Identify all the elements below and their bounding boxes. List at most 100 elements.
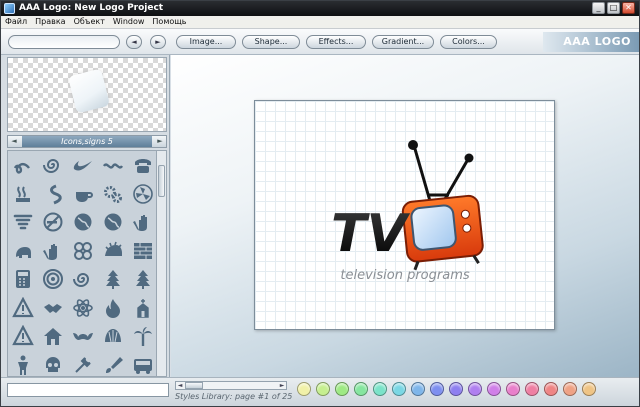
library-icon-cell[interactable] (68, 351, 98, 377)
color-swatch[interactable] (335, 382, 349, 396)
library-next-button[interactable]: ► (154, 136, 166, 147)
library-icon-cell[interactable] (68, 265, 98, 294)
colors-button[interactable]: Colors... (440, 35, 497, 49)
color-swatch[interactable] (449, 382, 463, 396)
scroll-left-button[interactable]: ◄ (176, 382, 184, 389)
library-header: ◄ Icons,signs 5 ► (7, 135, 167, 148)
library-icon-cell[interactable] (128, 151, 156, 180)
telephone-icon (135, 159, 151, 174)
window-title: AAA Logo: New Logo Project (19, 3, 164, 13)
library-icon-cell[interactable] (68, 208, 98, 237)
styles-page-info: Styles Library: page #1 of 25 (175, 392, 293, 401)
library-icon-cell[interactable] (98, 322, 128, 351)
library-icon-cell[interactable] (8, 265, 38, 294)
library-icon-cell[interactable] (8, 322, 38, 351)
library-icon-cell[interactable] (68, 237, 98, 266)
library-icon-cell[interactable] (128, 208, 156, 237)
hand-icon (43, 243, 57, 260)
text-input[interactable] (7, 383, 169, 397)
search-input[interactable] (8, 35, 120, 49)
library-icon-cell[interactable] (8, 208, 38, 237)
color-swatch[interactable] (373, 382, 387, 396)
library-icon-cell[interactable] (128, 294, 156, 323)
back-button[interactable]: ◄ (126, 35, 142, 49)
color-swatch[interactable] (297, 382, 311, 396)
gradient-button[interactable]: Gradient... (372, 35, 434, 49)
library-icon-cell[interactable] (38, 294, 68, 323)
library-icon-cell[interactable] (38, 180, 68, 209)
menu-help[interactable]: Помощь (148, 16, 190, 28)
shape-button[interactable]: Shape... (242, 35, 300, 49)
library-icon-cell[interactable] (98, 237, 128, 266)
effects-button[interactable]: Effects... (306, 35, 366, 49)
library-icon-cell[interactable] (98, 180, 128, 209)
app-window: AAA Logo: New Logo Project _ □ ✕ Файл Пр… (0, 0, 640, 407)
library-icon-cell[interactable] (8, 180, 38, 209)
library-icon-cell[interactable] (8, 151, 38, 180)
library-icon-cell[interactable] (128, 265, 156, 294)
library-icon-cell[interactable] (98, 208, 128, 237)
color-swatch[interactable] (411, 382, 425, 396)
color-swatch[interactable] (563, 382, 577, 396)
color-swatch[interactable] (316, 382, 330, 396)
library-icon-cell[interactable] (38, 151, 68, 180)
minimize-button[interactable]: _ (592, 2, 605, 14)
color-swatch[interactable] (487, 382, 501, 396)
styles-scroll-thumb[interactable] (185, 382, 203, 389)
logo-artwork[interactable]: TV television programs (255, 101, 556, 331)
color-swatch[interactable] (468, 382, 482, 396)
menu-object[interactable]: Объект (70, 16, 109, 28)
color-swatch[interactable] (544, 382, 558, 396)
library-icon-cell[interactable] (38, 237, 68, 266)
library-icon-cell[interactable] (68, 322, 98, 351)
tree-icon (136, 270, 150, 290)
menu-window[interactable]: Window (109, 16, 149, 28)
library-scrollbar[interactable] (157, 150, 167, 377)
library-icon-cell[interactable] (38, 351, 68, 377)
library-icon-cell[interactable] (128, 322, 156, 351)
library-icon-cell[interactable] (8, 237, 38, 266)
library-icon-cell[interactable] (98, 294, 128, 323)
styles-scrollbar[interactable]: ◄ ► (175, 381, 287, 390)
color-swatch[interactable] (506, 382, 520, 396)
library-icon-cell[interactable] (128, 180, 156, 209)
logo-canvas[interactable]: TV television programs (254, 100, 555, 330)
library-icon-cell[interactable] (128, 237, 156, 266)
icon-library-grid (7, 150, 157, 377)
library-icon-cell[interactable] (38, 208, 68, 237)
color-swatch[interactable] (392, 382, 406, 396)
menu-file[interactable]: Файл (1, 16, 31, 28)
color-swatch[interactable] (582, 382, 596, 396)
library-icon-cell[interactable] (68, 180, 98, 209)
library-icon-cell[interactable] (98, 351, 128, 377)
logo-tagline[interactable]: television programs (340, 268, 469, 283)
library-icon-cell[interactable] (98, 265, 128, 294)
scroll-right-button[interactable]: ► (278, 382, 286, 389)
library-prev-button[interactable]: ◄ (8, 136, 20, 147)
library-icon-cell[interactable] (8, 351, 38, 377)
atom-icon (73, 298, 93, 317)
library-icon-cell[interactable] (38, 322, 68, 351)
color-swatch[interactable] (354, 382, 368, 396)
library-icon-cell[interactable] (38, 265, 68, 294)
library-icon-cell[interactable] (68, 151, 98, 180)
library-icon-cell[interactable] (68, 294, 98, 323)
library-scroll-thumb[interactable] (158, 165, 165, 197)
maximize-button[interactable]: □ (607, 2, 620, 14)
image-button[interactable]: Image... (176, 35, 236, 49)
logo-main-text[interactable]: TV (331, 204, 410, 264)
menu-edit[interactable]: Правка (31, 16, 69, 28)
church-icon (137, 298, 149, 318)
color-swatch[interactable] (430, 382, 444, 396)
globe-icon (74, 213, 92, 231)
forward-button[interactable]: ► (150, 35, 166, 49)
gears-icon (104, 185, 122, 203)
library-icon-cell[interactable] (8, 294, 38, 323)
figure-icon (18, 355, 28, 375)
title-bar[interactable]: AAA Logo: New Logo Project _ □ ✕ (1, 1, 639, 16)
color-swatch[interactable] (525, 382, 539, 396)
library-icon-cell[interactable] (128, 351, 156, 377)
close-button[interactable]: ✕ (622, 2, 635, 14)
fire-icon (106, 298, 120, 318)
library-icon-cell[interactable] (98, 151, 128, 180)
